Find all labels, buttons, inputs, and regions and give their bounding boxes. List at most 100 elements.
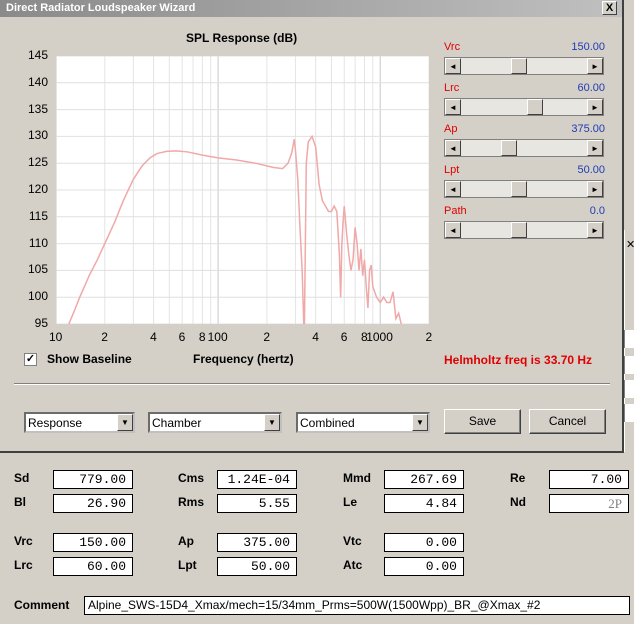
lpt-field[interactable]: 50.00: [217, 557, 297, 576]
lpt-label: Lpt: [178, 558, 197, 572]
show-baseline-label: Show Baseline: [47, 352, 132, 366]
vtc-field[interactable]: 0.00: [384, 533, 464, 552]
param-value-ap: 375.00: [571, 123, 605, 135]
le-label: Le: [343, 495, 358, 509]
slider-thumb[interactable]: [510, 222, 527, 238]
x-tick-label: 6: [340, 330, 348, 344]
cms-label: Cms: [178, 471, 205, 485]
x-tick-label: 2: [425, 330, 433, 344]
x-tick-label: 10: [49, 330, 63, 344]
x-tick-label: 8: [198, 330, 206, 344]
scroll-right-icon[interactable]: ►: [587, 140, 603, 156]
vrc-label: Vrc: [14, 534, 33, 548]
mmd-field[interactable]: 267.69: [384, 470, 464, 489]
param-label-lpt: Lpt: [444, 164, 460, 176]
window-title: Direct Radiator Loudspeaker Wizard: [6, 2, 196, 14]
y-tick-label: 95: [34, 316, 48, 330]
param-value-vrc: 150.00: [571, 41, 605, 53]
param-value-lrc: 60.00: [577, 82, 605, 94]
scroll-right-icon[interactable]: ►: [587, 99, 603, 115]
y-tick-label: 100: [27, 289, 48, 304]
y-tick-label: 145: [27, 48, 48, 62]
param-slider-lrc[interactable]: ◄ ►: [444, 98, 604, 116]
param-slider-lpt[interactable]: ◄ ►: [444, 180, 604, 198]
scroll-left-icon[interactable]: ◄: [445, 222, 461, 238]
lrc-label: Lrc: [14, 558, 33, 572]
check-icon: ✓: [25, 353, 36, 365]
slider-thumb[interactable]: [527, 99, 543, 115]
param-slider-vrc[interactable]: ◄ ►: [444, 57, 604, 75]
title-bar[interactable]: Direct Radiator Loudspeaker Wizard X: [0, 0, 622, 17]
chart-title: SPL Response (dB): [186, 31, 298, 45]
x-tick-label: 2: [101, 330, 108, 344]
y-tick-label: 125: [27, 155, 48, 170]
slider-thumb[interactable]: [510, 58, 527, 74]
comment-input[interactable]: Alpine_SWS-15D4_Xmax/mech=15/34mm_Prms=5…: [84, 596, 630, 615]
parent-close-icon: ✕: [626, 239, 634, 251]
param-value-path: 0.0: [589, 205, 605, 217]
close-icon: X: [605, 2, 614, 14]
helmholtz-readout: Helmholtz freq is 33.70 Hz: [444, 353, 593, 367]
y-tick-label: 105: [27, 262, 48, 277]
nd-label: Nd: [510, 495, 526, 509]
chamber-combo-value: Chamber: [152, 416, 202, 430]
sd-field[interactable]: 779.00: [53, 470, 133, 489]
chamber-combo[interactable]: Chamber ▼: [148, 412, 282, 433]
scroll-right-icon[interactable]: ►: [587, 181, 603, 197]
y-tick-label: 135: [27, 101, 48, 116]
comment-label: Comment: [14, 598, 70, 612]
atc-field[interactable]: 0.00: [384, 557, 464, 576]
scroll-left-icon[interactable]: ◄: [445, 181, 461, 197]
cancel-button[interactable]: Cancel: [529, 409, 606, 434]
y-tick-label: 115: [28, 208, 48, 223]
vtc-label: Vtc: [343, 534, 362, 548]
parent-field-stub: [624, 356, 634, 374]
x-tick-label: 4: [312, 330, 319, 344]
x-axis-title: Frequency (hertz): [193, 352, 294, 366]
le-field[interactable]: 4.84: [384, 494, 464, 513]
separator: [14, 383, 610, 385]
parent-field-stub: [624, 404, 634, 422]
param-label-ap: Ap: [444, 123, 458, 135]
response-combo[interactable]: Response ▼: [24, 412, 135, 433]
scroll-left-icon[interactable]: ◄: [445, 58, 461, 74]
bl-label: Bl: [14, 495, 26, 509]
parent-field-stub: [624, 330, 634, 348]
chevron-down-icon[interactable]: ▼: [264, 414, 280, 431]
rms-field[interactable]: 5.55: [217, 494, 297, 513]
cms-field[interactable]: 1.24E-04: [217, 470, 297, 489]
slider-thumb[interactable]: [500, 140, 517, 156]
lrc-field[interactable]: 60.00: [53, 557, 133, 576]
wizard-dialog: Direct Radiator Loudspeaker Wizard X SPL…: [0, 0, 624, 453]
show-baseline-checkbox[interactable]: ✓: [24, 353, 37, 366]
scroll-right-icon[interactable]: ►: [587, 58, 603, 74]
re-field[interactable]: 7.00: [549, 470, 629, 489]
combined-combo[interactable]: Combined ▼: [296, 412, 430, 433]
scroll-right-icon[interactable]: ►: [587, 222, 603, 238]
close-button[interactable]: X: [602, 1, 617, 15]
chevron-down-icon[interactable]: ▼: [117, 414, 133, 431]
param-slider-path[interactable]: ◄ ►: [444, 221, 604, 239]
slider-thumb[interactable]: [510, 181, 527, 197]
param-label-lrc: Lrc: [444, 82, 460, 94]
rms-label: Rms: [178, 495, 205, 509]
y-tick-label: 130: [27, 128, 48, 143]
mmd-label: Mmd: [343, 471, 371, 485]
param-slider-ap[interactable]: ◄ ►: [444, 139, 604, 157]
y-tick-label: 140: [27, 74, 48, 89]
parent-field-stub: [624, 380, 634, 398]
chevron-down-icon[interactable]: ▼: [412, 414, 428, 431]
ap-label: Ap: [178, 534, 194, 548]
vrc-field[interactable]: 150.00: [53, 533, 133, 552]
param-value-lpt: 50.00: [577, 164, 605, 176]
combined-combo-value: Combined: [300, 416, 355, 430]
ap-field[interactable]: 375.00: [217, 533, 297, 552]
re-label: Re: [510, 471, 526, 485]
x-tick-label: 1000: [366, 330, 393, 344]
scroll-left-icon[interactable]: ◄: [445, 140, 461, 156]
spl-chart: [56, 56, 429, 324]
atc-label: Atc: [343, 558, 363, 572]
scroll-left-icon[interactable]: ◄: [445, 99, 461, 115]
save-button[interactable]: Save: [444, 409, 521, 434]
bl-field[interactable]: 26.90: [53, 494, 133, 513]
